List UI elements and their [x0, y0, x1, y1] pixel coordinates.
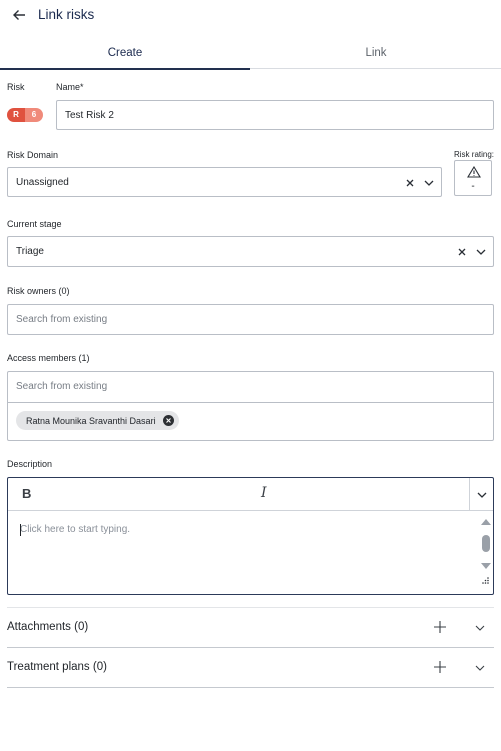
description-label: Description	[7, 459, 53, 469]
add-attachment-icon[interactable]	[433, 620, 447, 634]
text-caret	[20, 524, 21, 536]
description-editor: B I Click here to start typing.	[7, 477, 494, 595]
treatment-plans-section[interactable]: Treatment plans (0)	[7, 648, 494, 688]
risk-badge-number: 6	[25, 108, 43, 122]
tab-create[interactable]: Create	[0, 42, 250, 70]
access-members-placeholder: Search from existing	[16, 381, 108, 392]
clear-icon[interactable]	[404, 177, 416, 189]
member-chip-name: Ratna Mounika Sravanthi Dasari	[26, 415, 156, 426]
name-value: Test Risk 2	[65, 110, 114, 121]
access-members-box: Search from existing	[7, 371, 494, 441]
risk-id-badge: R 6	[7, 108, 43, 122]
chevron-down-icon[interactable]	[473, 621, 487, 635]
risk-rating-label: Risk rating:	[454, 150, 495, 159]
tab-link[interactable]: Link	[251, 42, 501, 68]
current-stage-label: Current stage	[7, 219, 62, 229]
editor-toolbar: B I	[8, 478, 493, 511]
current-stage-select[interactable]: Triage	[7, 236, 494, 267]
risk-owners-label: Risk owners (0)	[7, 286, 70, 296]
chevron-down-icon[interactable]	[422, 177, 436, 189]
member-chip: Ratna Mounika Sravanthi Dasari	[16, 411, 179, 430]
access-members-search-input[interactable]: Search from existing	[8, 372, 493, 403]
risk-domain-label: Risk Domain	[7, 150, 59, 160]
name-label: Name*	[56, 82, 84, 92]
risk-domain-select[interactable]: Unassigned	[7, 167, 442, 197]
attachments-section[interactable]: Attachments (0)	[7, 608, 494, 648]
italic-button[interactable]: I	[261, 485, 267, 501]
current-stage-value: Triage	[16, 246, 44, 257]
back-button[interactable]	[9, 5, 29, 25]
chevron-down-icon	[477, 492, 486, 498]
header: Link risks	[0, 0, 501, 32]
toolbar-expand-button[interactable]	[470, 478, 493, 511]
add-treatment-plan-icon[interactable]	[433, 660, 447, 674]
chevron-down-icon[interactable]	[474, 246, 488, 258]
risk-domain-value: Unassigned	[16, 177, 69, 188]
warning-triangle-icon	[467, 166, 481, 178]
risk-owners-placeholder: Search from existing	[16, 314, 108, 325]
risk-owners-search-input[interactable]: Search from existing	[7, 304, 494, 335]
page-title: Link risks	[38, 7, 95, 22]
tab-bar: Create Link	[0, 42, 501, 70]
risk-badge-letter: R	[7, 108, 25, 122]
risk-rating-value: -	[471, 181, 475, 192]
arrow-left-icon	[13, 10, 25, 20]
risk-label: Risk	[7, 82, 25, 92]
chevron-down-icon[interactable]	[473, 661, 487, 675]
clear-icon[interactable]	[456, 246, 468, 258]
bold-button[interactable]: B	[22, 486, 31, 501]
resize-handle[interactable]	[481, 572, 489, 590]
editor-scrollbar[interactable]	[480, 518, 492, 578]
attachments-title: Attachments (0)	[7, 621, 89, 633]
treatment-plans-title: Treatment plans (0)	[7, 661, 107, 673]
description-textarea[interactable]: Click here to start typing.	[20, 524, 130, 535]
access-members-label: Access members (1)	[7, 353, 90, 363]
name-field[interactable]: Test Risk 2	[56, 100, 494, 130]
risk-rating-box: -	[454, 160, 492, 196]
remove-member-icon[interactable]	[162, 415, 174, 426]
